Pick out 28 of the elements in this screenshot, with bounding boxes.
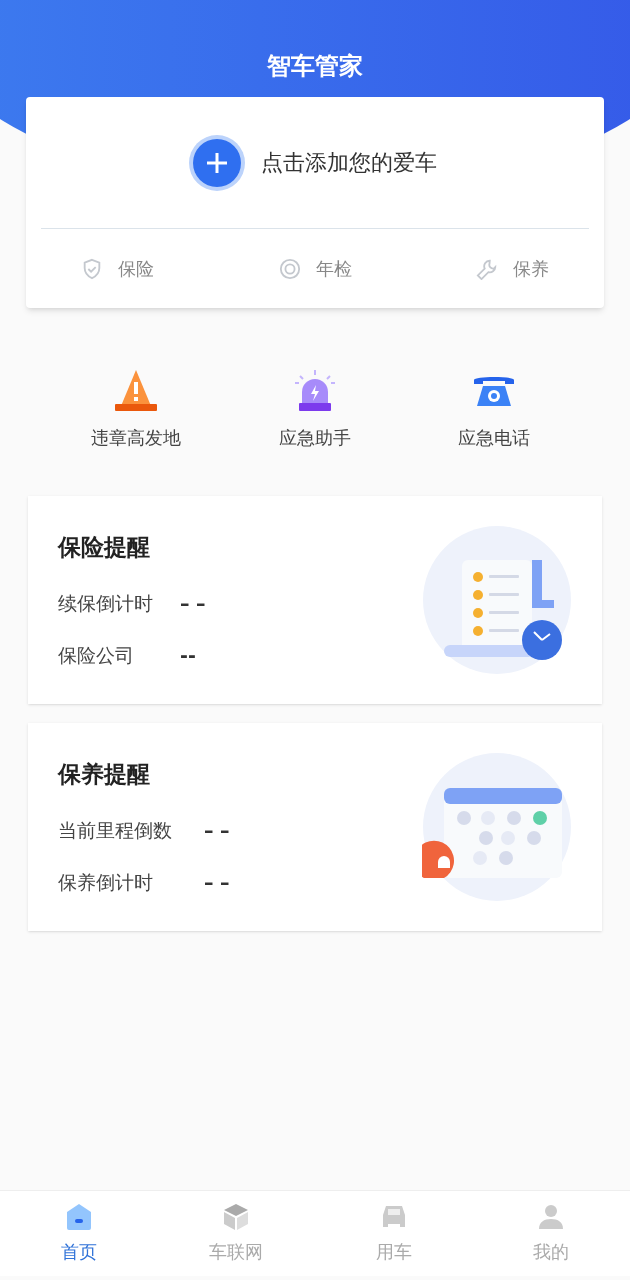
field-label: 续保倒计时 (58, 590, 154, 616)
service-link[interactable]: 保养 (513, 255, 549, 282)
field-label: 当前里程倒数 (58, 817, 173, 843)
field-value: – – (204, 870, 230, 896)
wrench-icon (476, 257, 498, 280)
warning-cone-icon (112, 368, 159, 414)
field-label: 保险公司 (58, 643, 135, 669)
field-value: – – (204, 817, 230, 843)
tab[interactable]: 我的 (472, 1191, 630, 1276)
service-link[interactable]: 保险 (118, 255, 154, 282)
tab[interactable]: 首页 (0, 1191, 158, 1276)
field-label: 保养倒计时 (58, 870, 154, 896)
field-value: – – (180, 590, 206, 616)
service-link[interactable]: 年检 (315, 255, 352, 282)
plus-icon (193, 138, 241, 187)
card-title: 保养提醒 (58, 760, 151, 790)
tab[interactable]: 车联网 (157, 1191, 315, 1276)
shield-icon (81, 257, 103, 280)
tab[interactable]: 用车 (315, 1191, 473, 1276)
shortcut-button[interactable]: 应急电话 (404, 368, 584, 451)
card-title: 保险提醒 (58, 533, 151, 563)
app-title: 智车管家 (266, 51, 364, 82)
field-value: -- (180, 643, 196, 669)
shortcut-button[interactable]: 应急助手 (225, 368, 405, 451)
add-car-button[interactable]: 点击添加您的爱车 (41, 97, 589, 228)
target-icon (278, 257, 301, 280)
shortcut-button[interactable]: 违章高发地 (46, 368, 226, 451)
alarm-light-icon (292, 368, 338, 414)
